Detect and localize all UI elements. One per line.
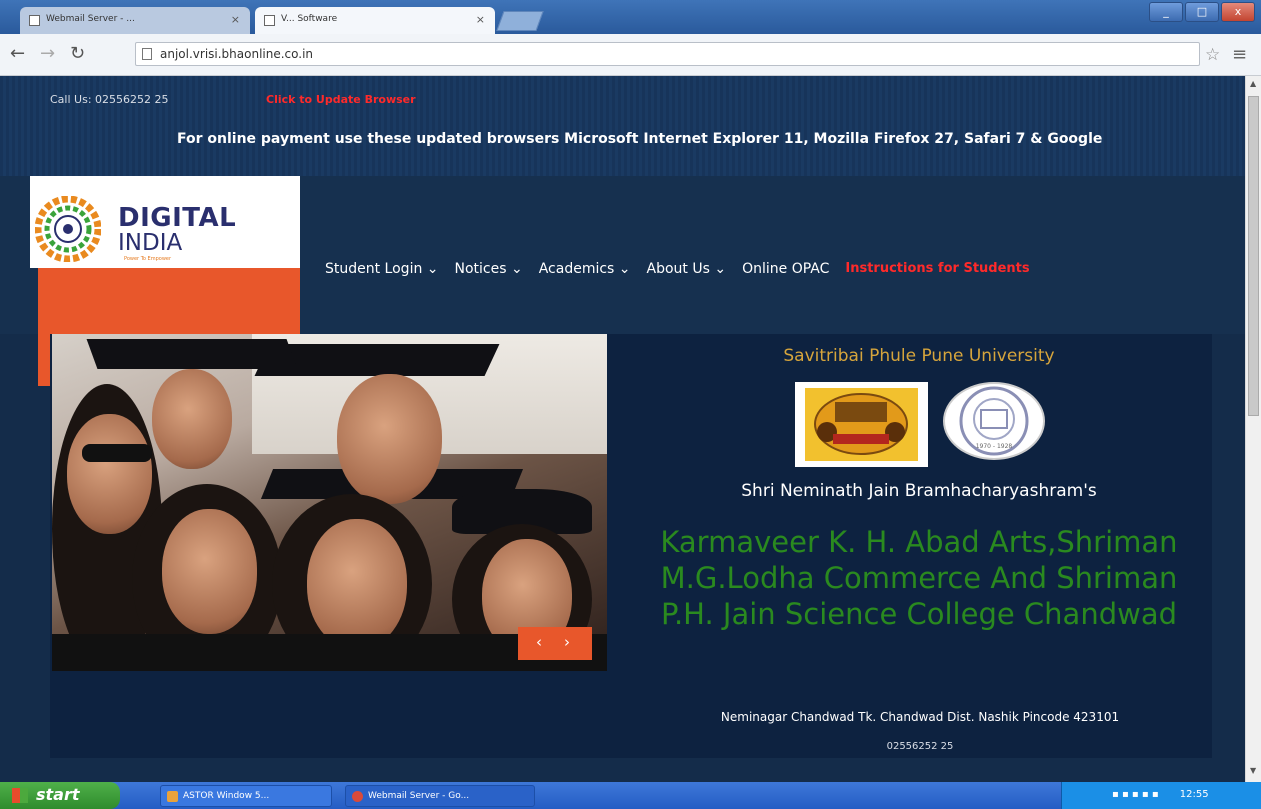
scrollbar-thumb[interactable]: [1248, 96, 1259, 416]
graduation-cap-shape: [86, 339, 298, 369]
system-tray: ▪ ▪ ▪ ▪ ▪ 12:55: [1061, 782, 1261, 809]
main-navigation: Student Login ⌄ Notices ⌄ Academics ⌄ Ab…: [325, 261, 1030, 277]
start-button[interactable]: start: [0, 782, 120, 809]
forward-arrow-icon[interactable]: →: [40, 45, 55, 63]
reload-icon[interactable]: ↻: [70, 45, 85, 63]
windows-flag-icon: [12, 788, 28, 803]
web-page: Call Us: 02556252 25 Click to Update Bro…: [0, 76, 1245, 782]
university-name: Savitribai Phule Pune University: [783, 346, 1055, 366]
start-label: start: [36, 785, 80, 804]
close-window-button[interactable]: x: [1221, 2, 1255, 22]
close-tab-icon[interactable]: ×: [231, 13, 240, 26]
college-name: Karmaveer K. H. Abad Arts,Shriman M.G.Lo…: [660, 525, 1178, 631]
minimize-button[interactable]: _: [1149, 2, 1183, 22]
tray-icons[interactable]: ▪ ▪ ▪ ▪ ▪: [1112, 789, 1159, 800]
browser-tab-webmail[interactable]: Webmail Server - ... ×: [20, 7, 250, 34]
browser-icon: [352, 791, 363, 802]
graduate-face: [152, 369, 232, 469]
graduate-face: [307, 519, 407, 649]
maximize-button[interactable]: □: [1185, 2, 1219, 22]
logo-text-digital: DIGITAL: [118, 203, 237, 233]
hero-slider-image: [52, 334, 607, 671]
task-label: Webmail Server - Go...: [368, 791, 470, 801]
nav-about-us[interactable]: About Us ⌄: [647, 261, 727, 277]
nav-academics[interactable]: Academics ⌄: [539, 261, 631, 277]
university-seal-logo: [795, 382, 928, 467]
page-favicon-icon: [264, 15, 275, 26]
university-crest-icon: [805, 388, 918, 461]
taskbar-item-astor[interactable]: ASTOR Window 5...: [160, 785, 332, 807]
slider-controls: ‹ ›: [518, 627, 592, 660]
update-browser-link[interactable]: Click to Update Browser: [266, 93, 416, 106]
graduate-face: [337, 374, 442, 504]
task-label: ASTOR Window 5...: [183, 791, 270, 801]
url-text: anjol.vrisi.bhaonline.co.in: [160, 47, 314, 61]
windows-taskbar: start ASTOR Window 5... Webmail Server -…: [0, 782, 1261, 809]
logo-tagline: Power To Empower: [124, 256, 172, 262]
seal-year-text: 1970 - 1928: [976, 443, 1013, 450]
graduate-face: [162, 509, 257, 634]
college-emblem-icon: 1970 - 1928: [959, 386, 1029, 456]
tray-clock: 12:55: [1179, 789, 1209, 800]
close-tab-icon[interactable]: ×: [476, 13, 485, 26]
browser-tabstrip: Webmail Server - ... × V... Software × _…: [0, 0, 1261, 34]
nav-instructions-for-students[interactable]: Instructions for Students: [845, 261, 1029, 277]
nav-online-opac[interactable]: Online OPAC: [742, 261, 829, 277]
call-us-text: Call Us: 02556252 25: [50, 93, 169, 106]
college-phone: 02556252 25: [886, 741, 954, 752]
new-tab-button[interactable]: [496, 11, 544, 31]
nav-student-login[interactable]: Student Login ⌄: [325, 261, 439, 277]
page-scrollbar[interactable]: ▲ ▼: [1245, 76, 1261, 782]
browser-notice-marquee: For online payment use these updated bro…: [177, 131, 1103, 147]
tab-label: Webmail Server - ...: [46, 14, 135, 24]
tab-label: V... Software: [281, 14, 338, 24]
page-icon: [142, 48, 152, 60]
scroll-up-arrow-icon[interactable]: ▲: [1250, 79, 1256, 88]
page-favicon-icon: [29, 15, 40, 26]
slider-prev-button[interactable]: ‹: [536, 633, 542, 651]
scroll-down-arrow-icon[interactable]: ▼: [1250, 766, 1256, 775]
college-address: Neminagar Chandwad Tk. Chandwad Dist. Na…: [720, 710, 1120, 724]
browser-tab-active[interactable]: V... Software ×: [255, 7, 495, 34]
browser-menu-icon[interactable]: ≡: [1232, 44, 1247, 65]
graduate-face: [67, 414, 152, 534]
slider-next-button[interactable]: ›: [564, 633, 570, 651]
logo-text-india: INDIA: [118, 230, 183, 256]
digital-india-emblem-icon: [35, 196, 101, 262]
bookmark-star-icon[interactable]: ☆: [1205, 45, 1220, 65]
trust-name: Shri Neminath Jain Bramhacharyashram's: [741, 481, 1097, 501]
sunglasses-shape: [82, 444, 152, 462]
window-controls: _ □ x: [1149, 2, 1255, 22]
browser-toolbar: ← → ↻ anjol.vrisi.bhaonline.co.in ☆ ≡: [0, 34, 1261, 76]
nav-notices[interactable]: Notices ⌄: [455, 261, 523, 277]
college-seal-logo: 1970 - 1928: [943, 382, 1045, 460]
taskbar-item-browser[interactable]: Webmail Server - Go...: [345, 785, 535, 807]
digital-india-logo[interactable]: DIGITAL INDIA Power To Empower: [30, 176, 300, 268]
back-arrow-icon[interactable]: ←: [10, 45, 25, 63]
top-info-bar: Call Us: 02556252 25 Click to Update Bro…: [0, 76, 1245, 176]
address-bar[interactable]: anjol.vrisi.bhaonline.co.in: [135, 42, 1200, 66]
app-icon: [167, 791, 178, 802]
